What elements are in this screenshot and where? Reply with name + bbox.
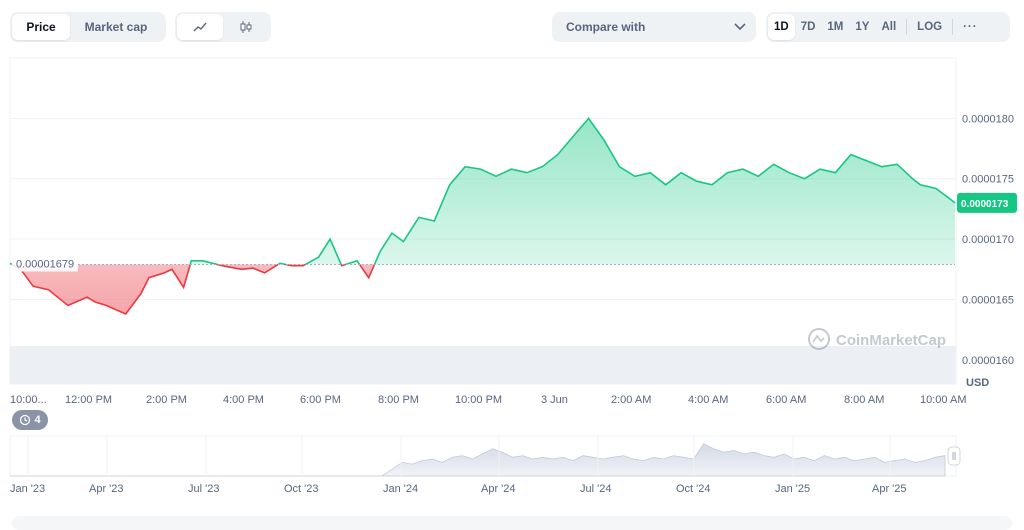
events-count: 4 [34,414,41,426]
watermark-text: CoinMarketCap [836,332,946,349]
current-price-tag: 0.0000173 [957,192,1017,213]
history-icon [20,414,31,426]
y-tick-label: 0.0000165 [962,294,1014,306]
overview-tick-label: Oct '23 [284,483,319,495]
y-tick-label: 0.0000160 [962,355,1014,367]
x-tick-label: 10:00... [10,394,47,406]
price-chart[interactable]: 0.00001679 0.00001800.00001750.00001700.… [0,0,1024,526]
overview-tick-label: Jan '24 [383,483,418,495]
x-tick-label: 8:00 AM [844,394,884,406]
x-tick-label: 4:00 PM [223,394,264,406]
x-tick-label: 8:00 PM [378,394,419,406]
overview-tick-label: Jul '24 [580,483,611,495]
y-tick-label: 0.0000170 [962,234,1014,246]
range-handle[interactable] [947,446,961,466]
overview-tick-label: Apr '25 [872,483,907,495]
overview-tick-label: Oct '24 [676,483,711,495]
current-price-text: 0.0000173 [961,199,1009,210]
y-tick-label: 0.0000175 [962,174,1014,186]
events-badge[interactable]: 4 [12,410,48,430]
price-area [10,118,955,314]
overview-tick-label: Jan '23 [10,483,45,495]
up-area [10,118,955,265]
baseline-label-text: 0.00001679 [16,258,74,270]
y-axis: 0.0000180 0.0000175 0.0000170 0.0000165 0.00… [962,113,1014,366]
volume-band [10,346,956,384]
x-tick-label: 12:00 PM [65,394,112,406]
overview-tick-label: Apr '23 [89,483,124,495]
x-tick-label: 4:00 AM [688,394,728,406]
x-axis: 10:00... 12:00 PM 2:00 PM 4:00 PM 6:00 PM 8:0… [10,394,966,406]
x-tick-label: 6:00 AM [766,394,806,406]
x-tick-label: 2:00 AM [611,394,651,406]
x-tick-label: 3 Jun [541,394,568,406]
overview-tick-label: Jul '23 [188,483,219,495]
x-tick-label: 10:00 PM [455,394,502,406]
overview-tick-label: Apr '24 [481,483,516,495]
bottom-panel [12,516,1012,530]
x-tick-label: 2:00 PM [146,394,187,406]
overview-tick-label: Jan '25 [775,483,810,495]
y-tick-label: 0.0000180 [962,113,1014,125]
x-tick-label: 10:00 AM [920,394,966,406]
baseline-label: 0.00001679 [12,255,78,272]
x-tick-label: 6:00 PM [300,394,341,406]
currency-label: USD [966,377,989,389]
